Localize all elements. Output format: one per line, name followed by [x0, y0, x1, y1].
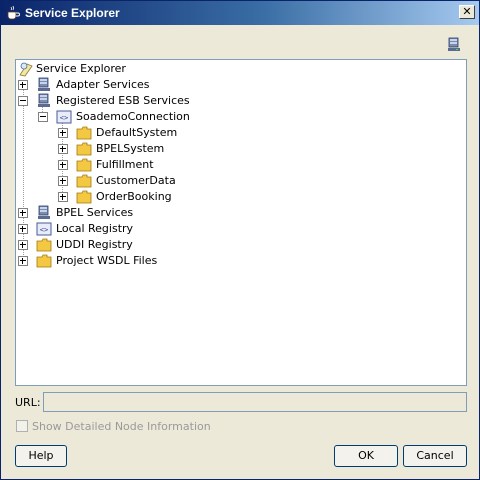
service-tree[interactable]: Service Explorer Adapter Services Regist…: [15, 59, 467, 386]
server-icon: [38, 77, 50, 91]
ok-button-label: OK: [358, 449, 374, 462]
expand-icon[interactable]: [58, 160, 68, 170]
tree-node-label: Local Registry: [56, 222, 134, 235]
svg-text:<>: <>: [40, 226, 48, 234]
expand-icon[interactable]: [58, 192, 68, 202]
tree-connector: [23, 82, 24, 263]
folder-icon: [36, 254, 52, 268]
expand-icon[interactable]: [58, 128, 68, 138]
collapse-icon[interactable]: [18, 96, 28, 106]
help-button[interactable]: Help: [15, 445, 67, 467]
collapse-icon[interactable]: [38, 112, 48, 122]
server-icon: [38, 205, 50, 219]
server-network-icon[interactable]: [446, 37, 462, 53]
svg-text:<>: <>: [60, 114, 68, 122]
expand-icon[interactable]: [58, 176, 68, 186]
tree-node-label: Service Explorer: [36, 62, 126, 75]
server-icon: [38, 93, 50, 107]
expand-icon[interactable]: [18, 256, 28, 266]
connection-icon: <>: [36, 222, 52, 236]
tree-node-label: Fulfillment: [96, 158, 154, 171]
tree-node-label: Adapter Services: [56, 78, 150, 91]
folder-icon: [76, 126, 92, 140]
close-icon: ✕: [462, 5, 472, 18]
ok-button[interactable]: OK: [334, 445, 398, 467]
tree-node-label: SoademoConnection: [76, 110, 190, 123]
tree-node-label: BPEL Services: [56, 206, 134, 219]
folder-icon: [76, 190, 92, 204]
expand-icon[interactable]: [18, 80, 28, 90]
close-button[interactable]: ✕: [459, 5, 475, 19]
folder-icon: [76, 174, 92, 188]
show-details-label: Show Detailed Node Information: [32, 420, 211, 433]
connection-icon: <>: [56, 110, 72, 124]
tree-node-label: BPELSystem: [96, 142, 165, 155]
expand-icon[interactable]: [18, 208, 28, 218]
cancel-button-label: Cancel: [416, 449, 454, 462]
folder-icon: [76, 158, 92, 172]
expand-icon[interactable]: [18, 240, 28, 250]
tree-node-label: OrderBooking: [96, 190, 172, 203]
url-field[interactable]: [43, 392, 467, 412]
show-details-checkbox[interactable]: [16, 420, 28, 432]
explorer-icon: [19, 62, 33, 77]
tree-node-label: DefaultSystem: [96, 126, 178, 139]
title-bar[interactable]: Service Explorer ✕: [1, 1, 479, 25]
expand-icon[interactable]: [18, 224, 28, 234]
cancel-button[interactable]: Cancel: [403, 445, 467, 467]
window-title: Service Explorer: [25, 6, 120, 20]
folder-icon: [76, 142, 92, 156]
folder-icon: [36, 238, 52, 252]
tree-node-label: UDDI Registry: [56, 238, 133, 251]
url-label: URL:: [15, 396, 41, 409]
tree-node-label: Registered ESB Services: [56, 94, 190, 107]
tree-node-label: Project WSDL Files: [56, 254, 158, 267]
service-explorer-dialog: Service Explorer ✕ Service Explorer Adap…: [0, 0, 480, 480]
expand-icon[interactable]: [58, 144, 68, 154]
java-coffee-cup-icon: [7, 5, 20, 20]
help-button-label: Help: [28, 449, 54, 462]
tree-node-label: CustomerData: [96, 174, 176, 187]
